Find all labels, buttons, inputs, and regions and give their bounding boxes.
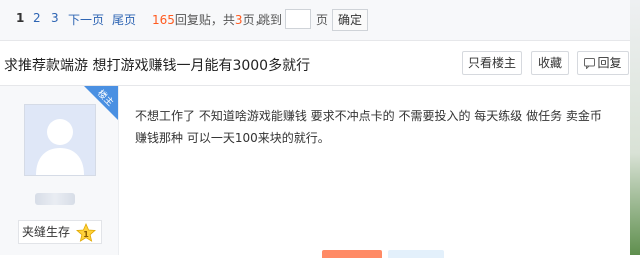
jump-unit: 页 [316,13,329,27]
reply-icon [584,58,596,69]
user-rank-badge[interactable]: 夹缝生存 1 [18,220,102,244]
jump-page-input[interactable] [285,9,311,29]
level-star-icon: 1 [76,223,96,242]
level-number: 1 [83,230,89,239]
reply-button[interactable]: 回复 [577,51,629,75]
post-item: 夹缝生存 1 楼主 不想工作了 不知道啥游戏能赚钱 要求不冲点卡的 不需要投入的… [0,86,630,258]
confirm-jump-button[interactable]: 确定 [332,9,368,31]
only-host-button[interactable]: 只看楼主 [462,51,522,75]
last-page-link[interactable]: 尾页 [112,11,136,28]
jump-label: 跳到 [258,13,283,27]
username-blurred[interactable] [35,193,75,205]
action-button-orange[interactable] [322,250,382,258]
reply-summary: 165回复贴，共3页， [152,11,267,28]
host-badge: 楼主 [84,86,118,120]
next-page-link[interactable]: 下一页 [68,11,104,28]
thread-title-bar: 求推荐款端游 想打游戏赚钱一月能有3000多就行 只看楼主 收藏 回复 [0,41,630,86]
post-content: 不想工作了 不知道啥游戏能赚钱 要求不冲点卡的 不需要投入的 每天练级 做任务 … [135,109,602,145]
page-scrollbar[interactable] [630,0,640,255]
reply-count: 165 [152,13,175,27]
action-button-blue[interactable] [388,250,444,258]
page-link-3[interactable]: 3 [51,11,59,25]
thread-title: 求推荐款端游 想打游戏赚钱一月能有3000多就行 [4,58,311,74]
total-pages: 3 [234,13,243,27]
page-link-1[interactable]: 1 [16,11,24,25]
rank-label: 夹缝生存 [22,225,71,239]
reply-button-label: 回复 [597,56,622,70]
pagination-bar: 1 2 3 下一页 尾页 165回复贴，共3页， 跳到 页 确定 [0,0,630,41]
page-link-2[interactable]: 2 [33,11,41,25]
reply-suffix: 回复贴，共 [174,13,235,27]
favorite-button[interactable]: 收藏 [531,51,569,75]
